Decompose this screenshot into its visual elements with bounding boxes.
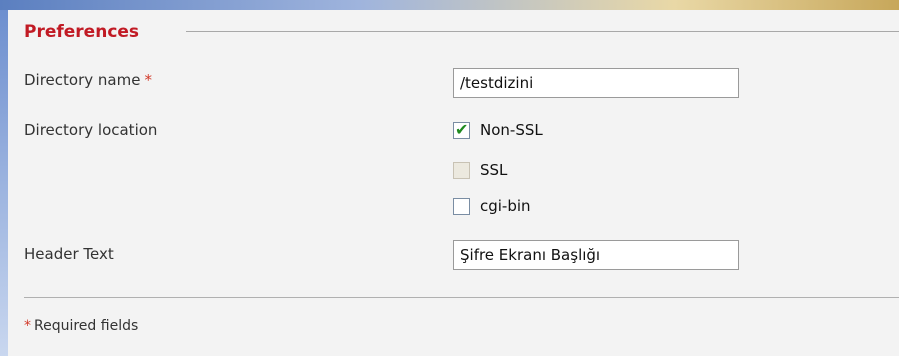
header-text-label: Header Text	[24, 245, 114, 263]
directory-name-label-text: Directory name	[24, 71, 141, 89]
directory-location-label: Directory location	[24, 121, 158, 139]
directory-name-label: Directory name *	[24, 71, 152, 89]
non-ssl-label: Non-SSL	[480, 121, 543, 139]
ssl-label: SSL	[480, 161, 508, 179]
legend-divider	[186, 31, 899, 32]
required-fields-note: * Required fields	[24, 318, 138, 334]
required-fields-text: Required fields	[34, 318, 139, 334]
cgi-bin-checkbox[interactable]	[453, 197, 470, 215]
cgi-bin-label: cgi-bin	[480, 197, 531, 215]
required-asterisk: *	[24, 318, 31, 334]
option-non-ssl[interactable]: ✔ Non-SSL	[453, 119, 543, 139]
footer-divider	[24, 297, 899, 298]
preferences-panel	[8, 10, 899, 356]
non-ssl-checkbox[interactable]: ✔	[453, 119, 470, 139]
directory-name-input[interactable]	[453, 68, 739, 98]
option-ssl: SSL	[453, 161, 507, 179]
required-asterisk: *	[144, 71, 152, 89]
section-legend: Preferences	[24, 22, 140, 42]
checkmark-icon: ✔	[455, 119, 469, 139]
ssl-checkbox	[453, 161, 470, 179]
header-band	[0, 0, 899, 10]
header-text-input[interactable]	[453, 240, 739, 270]
left-accent-border	[0, 10, 8, 356]
option-cgi-bin[interactable]: cgi-bin	[453, 197, 531, 215]
